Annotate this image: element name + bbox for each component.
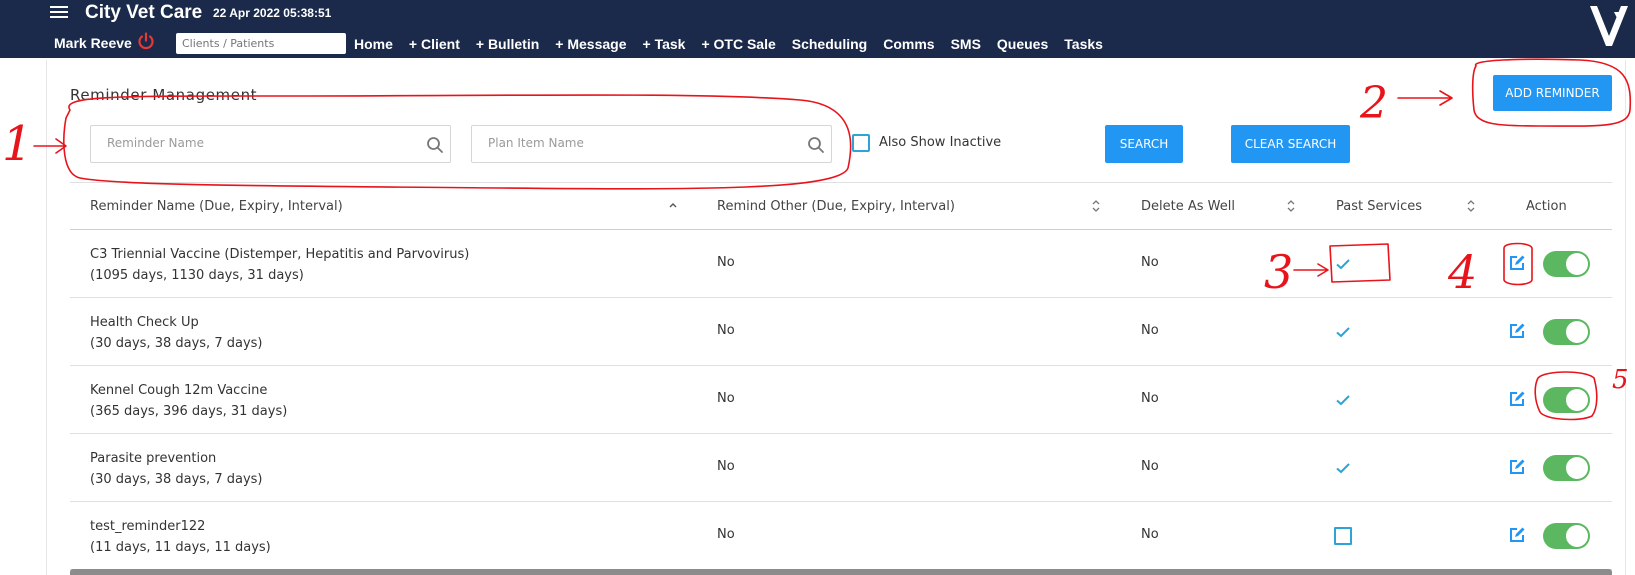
table-row: Health Check Up (30 days, 38 days, 7 day… [70, 298, 1612, 366]
edit-icon[interactable] [1508, 322, 1526, 340]
col-past-services[interactable]: Past Services [1336, 199, 1422, 214]
annotation-label-1: 1 [2, 116, 33, 172]
col-delete-as-well[interactable]: Delete As Well [1141, 199, 1235, 214]
reminder-cell: Kennel Cough 12m Vaccine (365 days, 396 … [90, 380, 287, 422]
delete-as-well-value: No [1141, 255, 1159, 270]
col-reminder-name[interactable]: Reminder Name (Due, Expiry, Interval) [90, 199, 343, 214]
sort-icon[interactable] [1466, 197, 1476, 215]
reminder-name: test_reminder122 [90, 519, 206, 534]
also-show-inactive-label: Also Show Inactive [879, 135, 1002, 150]
edit-icon[interactable] [1508, 390, 1526, 408]
checkmark-icon[interactable] [1334, 459, 1352, 477]
remind-other-value: No [717, 323, 735, 338]
reminder-detail: (30 days, 38 days, 7 days) [90, 336, 263, 351]
menu-icon[interactable] [50, 6, 68, 20]
nav-add-bulletin[interactable]: + Bulletin [476, 36, 539, 52]
table-header: Reminder Name (Due, Expiry, Interval) Re… [70, 182, 1612, 230]
nav-add-client[interactable]: + Client [409, 36, 460, 52]
remind-other-value: No [717, 459, 735, 474]
active-toggle[interactable] [1543, 319, 1590, 345]
table-row: Kennel Cough 12m Vaccine (365 days, 396 … [70, 366, 1612, 434]
nav-sms[interactable]: SMS [951, 36, 981, 52]
delete-as-well-value: No [1141, 459, 1159, 474]
checkmark-icon[interactable] [1334, 255, 1352, 273]
search-button[interactable]: SEARCH [1105, 125, 1183, 163]
toggle-knob [1566, 389, 1588, 411]
main-nav: Home + Client + Bulletin + Message + Tas… [354, 36, 1119, 52]
active-toggle[interactable] [1543, 387, 1590, 413]
nav-tasks[interactable]: Tasks [1064, 36, 1103, 52]
table-row: Parasite prevention (30 days, 38 days, 7… [70, 434, 1612, 502]
checkmark-icon[interactable] [1334, 323, 1352, 341]
sort-asc-icon[interactable] [668, 197, 678, 215]
col-action: Action [1526, 199, 1567, 214]
reminder-cell: test_reminder122 (11 days, 11 days, 11 d… [90, 516, 271, 558]
toggle-knob [1566, 457, 1588, 479]
reminder-detail: (30 days, 38 days, 7 days) [90, 472, 263, 487]
horizontal-scrollbar[interactable] [70, 569, 1612, 575]
search-icon[interactable] [807, 136, 825, 154]
remind-other-value: No [717, 391, 735, 406]
reminder-name-input[interactable] [107, 136, 387, 150]
reminder-table: Reminder Name (Due, Expiry, Interval) Re… [70, 182, 1612, 570]
table-row: test_reminder122 (11 days, 11 days, 11 d… [70, 502, 1612, 570]
page-title: Reminder Management [70, 86, 258, 104]
reminder-name-field[interactable] [90, 125, 451, 163]
edit-icon[interactable] [1508, 254, 1526, 272]
active-toggle[interactable] [1543, 251, 1590, 277]
brand-logo-icon [1590, 6, 1628, 46]
reminder-cell: Parasite prevention (30 days, 38 days, 7… [90, 448, 262, 490]
edit-icon[interactable] [1508, 526, 1526, 544]
top-bar: City Vet Care 22 Apr 2022 05:38:51 Mark … [0, 0, 1635, 58]
client-patient-search-input[interactable] [176, 33, 346, 54]
page: City Vet Care 22 Apr 2022 05:38:51 Mark … [0, 0, 1635, 575]
table-row: C3 Triennial Vaccine (Distemper, Hepatit… [70, 230, 1612, 298]
reminder-detail: (365 days, 396 days, 31 days) [90, 404, 288, 419]
toggle-knob [1566, 321, 1588, 343]
add-reminder-button[interactable]: ADD REMINDER [1493, 75, 1612, 111]
also-show-inactive-checkbox[interactable] [852, 134, 870, 152]
reminder-cell: Health Check Up (30 days, 38 days, 7 day… [90, 312, 262, 354]
past-services-checkbox[interactable] [1334, 527, 1352, 545]
remind-other-value: No [717, 255, 735, 270]
search-icon[interactable] [426, 136, 444, 154]
reminder-name: C3 Triennial Vaccine (Distemper, Hepatit… [90, 247, 470, 262]
reminder-cell: C3 Triennial Vaccine (Distemper, Hepatit… [90, 244, 469, 286]
reminder-detail: (11 days, 11 days, 11 days) [90, 540, 271, 555]
nav-comms[interactable]: Comms [883, 36, 934, 52]
active-toggle[interactable] [1543, 523, 1590, 549]
nav-add-message[interactable]: + Message [555, 36, 626, 52]
app-title: City Vet Care [85, 2, 203, 23]
toggle-knob [1566, 253, 1588, 275]
clear-search-button[interactable]: CLEAR SEARCH [1231, 125, 1350, 163]
col-remind-other[interactable]: Remind Other (Due, Expiry, Interval) [717, 199, 955, 214]
active-toggle[interactable] [1543, 455, 1590, 481]
nav-home[interactable]: Home [354, 36, 393, 52]
reminder-detail: (1095 days, 1130 days, 31 days) [90, 268, 304, 283]
delete-as-well-value: No [1141, 391, 1159, 406]
nav-otc-sale[interactable]: + OTC Sale [701, 36, 775, 52]
checkmark-icon[interactable] [1334, 391, 1352, 409]
edit-icon[interactable] [1508, 458, 1526, 476]
power-icon[interactable] [137, 32, 155, 50]
datetime: 22 Apr 2022 05:38:51 [213, 6, 332, 20]
nav-scheduling[interactable]: Scheduling [792, 36, 867, 52]
toggle-knob [1566, 525, 1588, 547]
nav-add-task[interactable]: + Task [643, 36, 686, 52]
sort-icon[interactable] [1091, 197, 1101, 215]
reminder-name: Parasite prevention [90, 451, 217, 466]
delete-as-well-value: No [1141, 323, 1159, 338]
plan-item-name-field[interactable] [471, 125, 832, 163]
remind-other-value: No [717, 527, 735, 542]
plan-item-name-input[interactable] [488, 136, 768, 150]
user-name[interactable]: Mark Reeve [54, 35, 132, 51]
sort-icon[interactable] [1286, 197, 1296, 215]
nav-queues[interactable]: Queues [997, 36, 1048, 52]
delete-as-well-value: No [1141, 527, 1159, 542]
reminder-name: Kennel Cough 12m Vaccine [90, 383, 268, 398]
reminder-name: Health Check Up [90, 315, 199, 330]
